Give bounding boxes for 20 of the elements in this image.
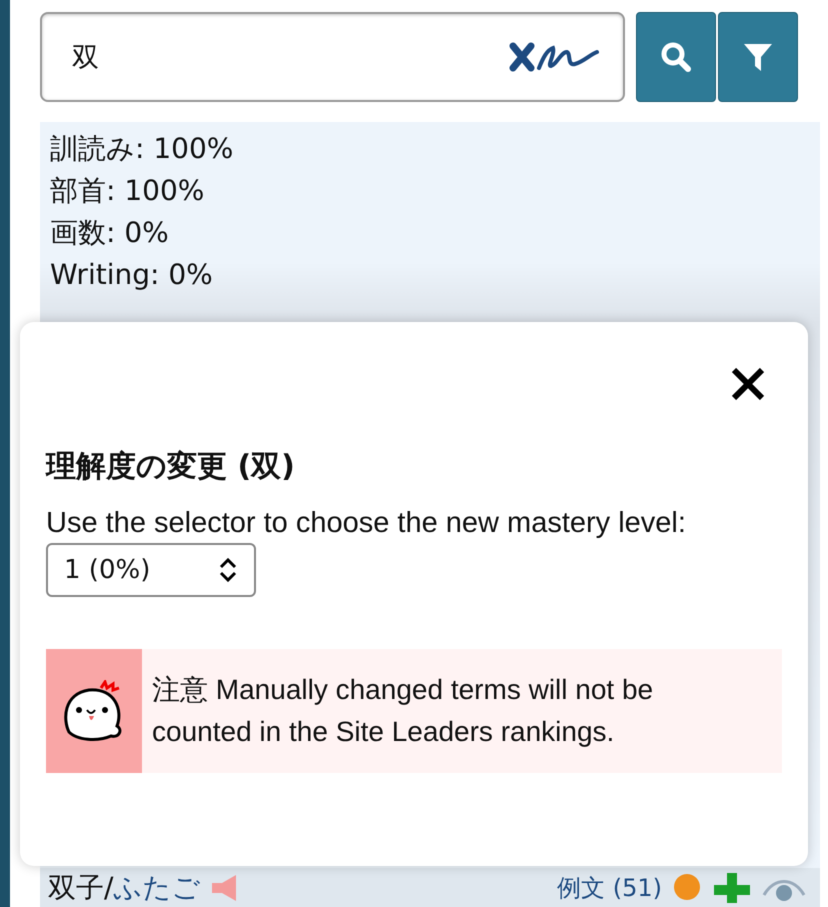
notice-text: 注意 Manually changed terms will not be counted in the Site Leaders rankings. [151, 673, 654, 749]
stat-line: 画数: 0% [50, 215, 170, 251]
search-icon [659, 40, 693, 74]
filter-button[interactable] [718, 12, 798, 102]
stat-line: Writing: 0% [50, 257, 214, 293]
modal-title: 理解度の変更 (双) [46, 448, 296, 486]
word-text: 双子/ [48, 870, 114, 904]
search-value: 双 [72, 41, 100, 75]
mastery-select[interactable]: 1 (0%) [46, 543, 256, 597]
reading-text: ふたご [113, 870, 200, 904]
handwriting-icon[interactable] [509, 40, 601, 74]
chevron-icon [218, 557, 238, 583]
examples-link[interactable]: 例文 (51) [557, 870, 662, 904]
stat-line: 訓読み: 100% [50, 131, 234, 167]
stat-line: 部首: 100% [50, 173, 206, 209]
instruction-text: Use the selector to choose the new mastery level: [46, 506, 687, 541]
search-field[interactable]: 双 [40, 12, 625, 102]
plus-icon[interactable] [712, 872, 752, 902]
close-icon[interactable] [730, 366, 766, 402]
search-button[interactable] [636, 12, 716, 102]
